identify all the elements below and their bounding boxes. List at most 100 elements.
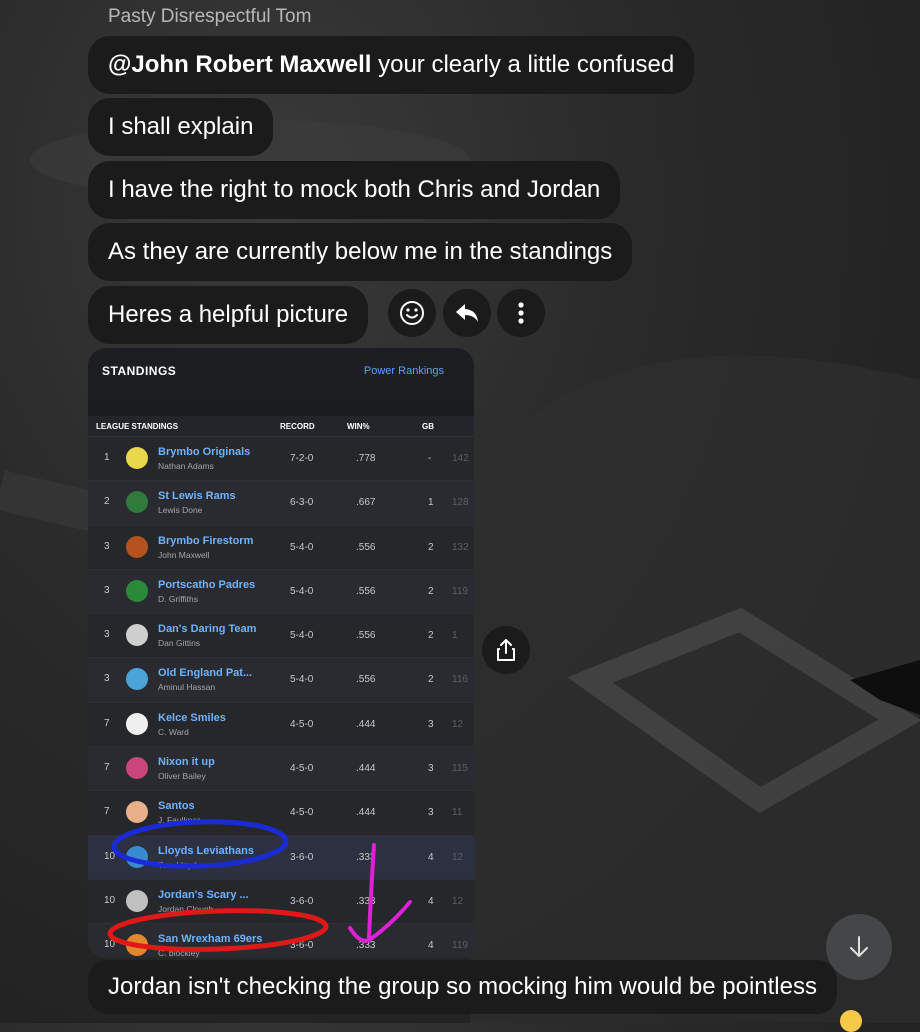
points-cell: 12 <box>452 718 464 730</box>
team-name[interactable]: Portscatho Padres <box>158 579 255 591</box>
points-cell: 115 <box>452 763 468 775</box>
more-options-button[interactable] <box>497 289 545 337</box>
win-pct-cell: .444 <box>356 718 376 730</box>
share-button[interactable] <box>482 626 530 674</box>
team-logo-icon <box>126 491 148 514</box>
record-cell: 6-3-0 <box>290 497 314 509</box>
table-row[interactable]: 10 Lloyds Leviathans Tom Lloyd 3-6-0 .333 4 12 <box>88 835 474 880</box>
team-logo-icon <box>126 579 148 602</box>
gb-cell: 1 <box>428 497 434 509</box>
standings-header: STANDINGS Power Rankings <box>88 348 474 400</box>
power-rankings-link[interactable]: Power Rankings <box>364 365 444 377</box>
standings-column-header: LEAGUE STANDINGS RECORD WIN% GB <box>88 416 474 437</box>
team-name[interactable]: Nixon it up <box>158 756 215 768</box>
rank-cell: 7 <box>104 717 110 729</box>
scroll-to-bottom-button[interactable] <box>826 914 892 980</box>
divider <box>88 400 474 416</box>
win-pct-cell: .556 <box>356 541 376 553</box>
team-name[interactable]: Dan's Daring Team <box>158 623 256 635</box>
gb-cell: 4 <box>428 851 434 863</box>
gb-cell: 3 <box>428 807 434 819</box>
rank-cell: 3 <box>104 629 110 641</box>
team-logo-icon <box>126 845 148 868</box>
message-bubble[interactable]: @John Robert Maxwell your clearly a litt… <box>88 36 695 94</box>
table-row[interactable]: 7 Kelce Smiles C. Ward 4-5-0 .444 3 12 <box>88 702 474 748</box>
rank-cell: 7 <box>104 762 110 774</box>
gb-cell: 2 <box>428 585 434 597</box>
arrow-down-icon <box>850 936 868 957</box>
table-row[interactable]: 3 Dan's Daring Team Dan Gittins 5-4-0 .556 2 1 <box>88 614 474 659</box>
team-name[interactable]: Brymbo Originals <box>158 446 250 458</box>
message-bubble[interactable]: I have the right to mock both Chris and … <box>88 161 621 219</box>
record-cell: 3-6-0 <box>290 851 314 863</box>
message-text: your clearly a little confused <box>371 51 675 78</box>
points-cell: 128 <box>452 497 469 509</box>
record-cell: 5-4-0 <box>290 674 314 686</box>
mention[interactable]: @John Robert Maxwell <box>108 51 371 78</box>
gb-cell: 3 <box>428 718 434 730</box>
team-logo-icon <box>126 535 148 558</box>
team-name[interactable]: St Lewis Rams <box>158 490 236 502</box>
table-row[interactable]: 1 Brymbo Originals Nathan Adams 7-2-0 .778 - 1… <box>88 437 474 482</box>
message-bubble[interactable]: As they are currently below me in the st… <box>88 223 633 281</box>
win-pct-cell: .333 <box>356 940 376 952</box>
owner-name: Lewis Done <box>158 505 203 516</box>
rank-cell: 3 <box>104 540 110 552</box>
team-name[interactable]: San Wrexham 69ers <box>158 933 262 945</box>
owner-name: C. blockley <box>158 948 200 958</box>
rank-cell: 10 <box>104 850 116 862</box>
record-cell: 4-5-0 <box>290 763 314 775</box>
team-name[interactable]: Old England Pat... <box>158 667 252 679</box>
points-cell: 12 <box>452 851 464 863</box>
message-text: I shall explain <box>108 113 254 140</box>
team-name[interactable]: Jordan's Scary ... <box>158 889 249 901</box>
owner-name: Nathan Adams <box>158 461 214 471</box>
owner-name: Jordan Clough <box>158 903 214 914</box>
message-text: Heres a helpful picture <box>108 301 349 328</box>
record-cell: 5-4-0 <box>290 585 314 597</box>
team-name[interactable]: Brymbo Firestorm <box>158 535 253 547</box>
team-logo-icon <box>126 889 148 912</box>
gb-cell: 3 <box>428 763 434 775</box>
win-pct-cell: .333 <box>356 851 376 863</box>
table-row[interactable]: 10 Jordan's Scary ... Jordan Clough 3-6-0 .3… <box>88 879 474 925</box>
table-row[interactable]: 7 Nixon it up Oliver Bailey 4-5-0 .444 3 115 <box>88 747 474 792</box>
table-row[interactable]: 3 Old England Pat... Aminul Hassan 5-4-0 .55… <box>88 658 474 703</box>
standings-image[interactable]: STANDINGS Power Rankings LEAGUE STANDING… <box>88 348 474 958</box>
win-pct-cell: .778 <box>356 453 376 464</box>
gb-cell: 2 <box>428 630 434 642</box>
reply-button[interactable] <box>443 289 491 337</box>
col-league-standings: LEAGUE STANDINGS <box>96 422 179 431</box>
points-cell: 11 <box>452 807 463 819</box>
win-pct-cell: .444 <box>356 763 376 775</box>
message-bubble[interactable]: I shall explain <box>88 98 274 156</box>
table-row[interactable]: 10 San Wrexham 69ers C. blockley 3-6-0 .333 4… <box>88 924 474 958</box>
win-pct-cell: .333 <box>356 895 376 907</box>
gb-cell: - <box>428 453 432 464</box>
reply-icon <box>456 304 478 322</box>
react-button[interactable] <box>388 289 436 337</box>
gb-cell: 2 <box>428 541 434 553</box>
team-logo-icon <box>126 712 148 735</box>
message-bubble[interactable]: Heres a helpful picture <box>88 286 369 344</box>
owner-name: Aminul Hassan <box>158 682 216 693</box>
table-row[interactable]: 2 St Lewis Rams Lewis Done 6-3-0 .667 1 128 <box>88 481 474 526</box>
message-bubble[interactable]: Jordan isn't checking the group so mocki… <box>88 960 837 1014</box>
col-record: RECORD <box>280 422 315 431</box>
smiley-icon <box>400 301 424 325</box>
more-vertical-icon <box>518 302 524 324</box>
record-cell: 7-2-0 <box>290 453 314 464</box>
team-logo-icon <box>126 668 148 691</box>
team-name[interactable]: Lloyds Leviathans <box>158 845 254 857</box>
table-row[interactable]: 7 Santos J. Faulkner 4-5-0 .444 3 11 <box>88 791 474 836</box>
team-name[interactable]: Kelce Smiles <box>158 712 226 724</box>
points-cell: 132 <box>452 541 469 553</box>
reaction-emoji-icon[interactable] <box>840 1010 862 1032</box>
record-cell: 3-6-0 <box>290 940 314 952</box>
message-text: Jordan isn't checking the group so mocki… <box>108 973 817 1000</box>
table-row[interactable]: 3 Portscatho Padres D. Griffiths 5-4-0 .556 2… <box>88 569 474 615</box>
points-cell: 12 <box>452 895 464 907</box>
team-name[interactable]: Santos <box>158 800 195 812</box>
win-pct-cell: .444 <box>356 807 376 819</box>
table-row[interactable]: 3 Brymbo Firestorm John Maxwell 5-4-0 .556 2 1… <box>88 525 474 570</box>
